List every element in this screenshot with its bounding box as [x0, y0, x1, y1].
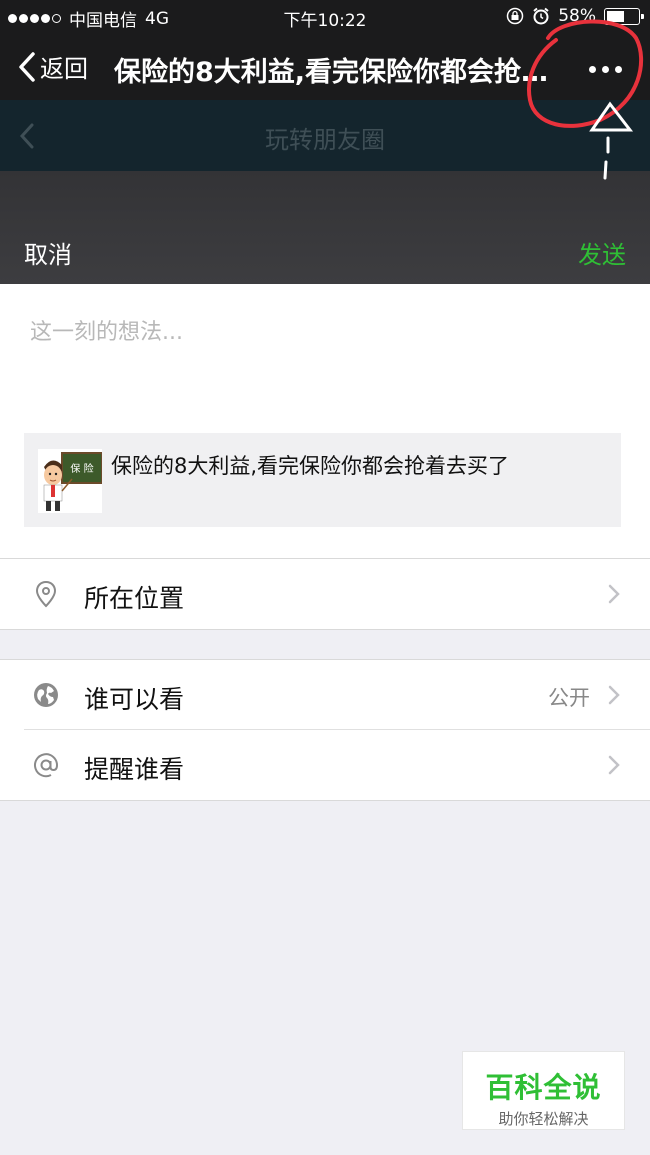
underlay-nav-bar: 玩转朋友圈	[0, 100, 650, 171]
battery-fill	[607, 10, 624, 22]
more-dots-icon	[588, 65, 596, 73]
watermark-subtitle: 助你轻松解决	[498, 1110, 589, 1128]
remind-row[interactable]: 提醒谁看	[0, 730, 650, 800]
link-title: 保险的8大利益,看完保险你都会抢着去买了	[111, 454, 510, 478]
location-pin-icon	[32, 580, 60, 608]
battery-percent: 58%	[558, 6, 596, 26]
status-bar: 中国电信 4G 下午10:22 58%	[0, 0, 650, 34]
nav-bar: 返回 保险的8大利益,看完保险你都会抢着去买了	[0, 34, 650, 100]
more-dot	[601, 65, 609, 73]
chevron-left-icon	[19, 51, 35, 82]
status-right: 58%	[506, 6, 644, 26]
thumbnail-board-text: 保 险	[70, 462, 93, 475]
alarm-icon	[533, 7, 549, 25]
back-label: 返回	[40, 55, 88, 83]
watermark-title: 百科全说	[485, 1071, 602, 1104]
back-button[interactable]: 返回	[18, 49, 88, 84]
cancel-button[interactable]: 取消	[24, 235, 72, 270]
location-row[interactable]: 所在位置	[0, 559, 650, 629]
chevron-right-icon	[608, 584, 620, 604]
at-icon	[32, 751, 60, 779]
remind-label: 提醒谁看	[84, 755, 185, 784]
chevron-right-icon	[608, 755, 620, 775]
who-can-see-label: 谁可以看	[84, 685, 185, 714]
page-title: 保险的8大利益,看完保险你都会抢着去买了	[114, 57, 559, 88]
battery-icon	[604, 7, 644, 25]
shared-link-card[interactable]: 保 险 保险的8大利益,看完保险你都会抢着去买了	[24, 433, 621, 527]
watermark-logo: 百科全说 助你轻松解决	[462, 1051, 625, 1130]
visibility-value: 公开	[548, 686, 590, 710]
link-thumbnail: 保 险	[38, 449, 102, 513]
chevron-right-icon	[608, 685, 620, 705]
visibility-group: 谁可以看 公开 提醒谁看	[0, 659, 650, 801]
compose-header: 取消 发送	[0, 171, 650, 284]
rotation-lock-icon	[506, 7, 524, 25]
compose-body: 这一刻的想法... 保 险 保险的8大利益,看完保险你都会抢着去买了	[0, 284, 650, 558]
more-dot	[614, 65, 622, 73]
location-label: 所在位置	[84, 584, 185, 613]
globe-icon	[32, 681, 60, 709]
teacher-cartoon-icon: 保 险	[38, 449, 102, 513]
more-button[interactable]	[580, 54, 630, 84]
thoughts-input[interactable]: 这一刻的想法...	[30, 314, 620, 394]
send-button[interactable]: 发送	[578, 235, 626, 270]
underlay-title: 玩转朋友圈	[265, 126, 385, 154]
location-group: 所在位置	[0, 558, 650, 630]
who-can-see-row[interactable]: 谁可以看 公开	[0, 660, 650, 730]
